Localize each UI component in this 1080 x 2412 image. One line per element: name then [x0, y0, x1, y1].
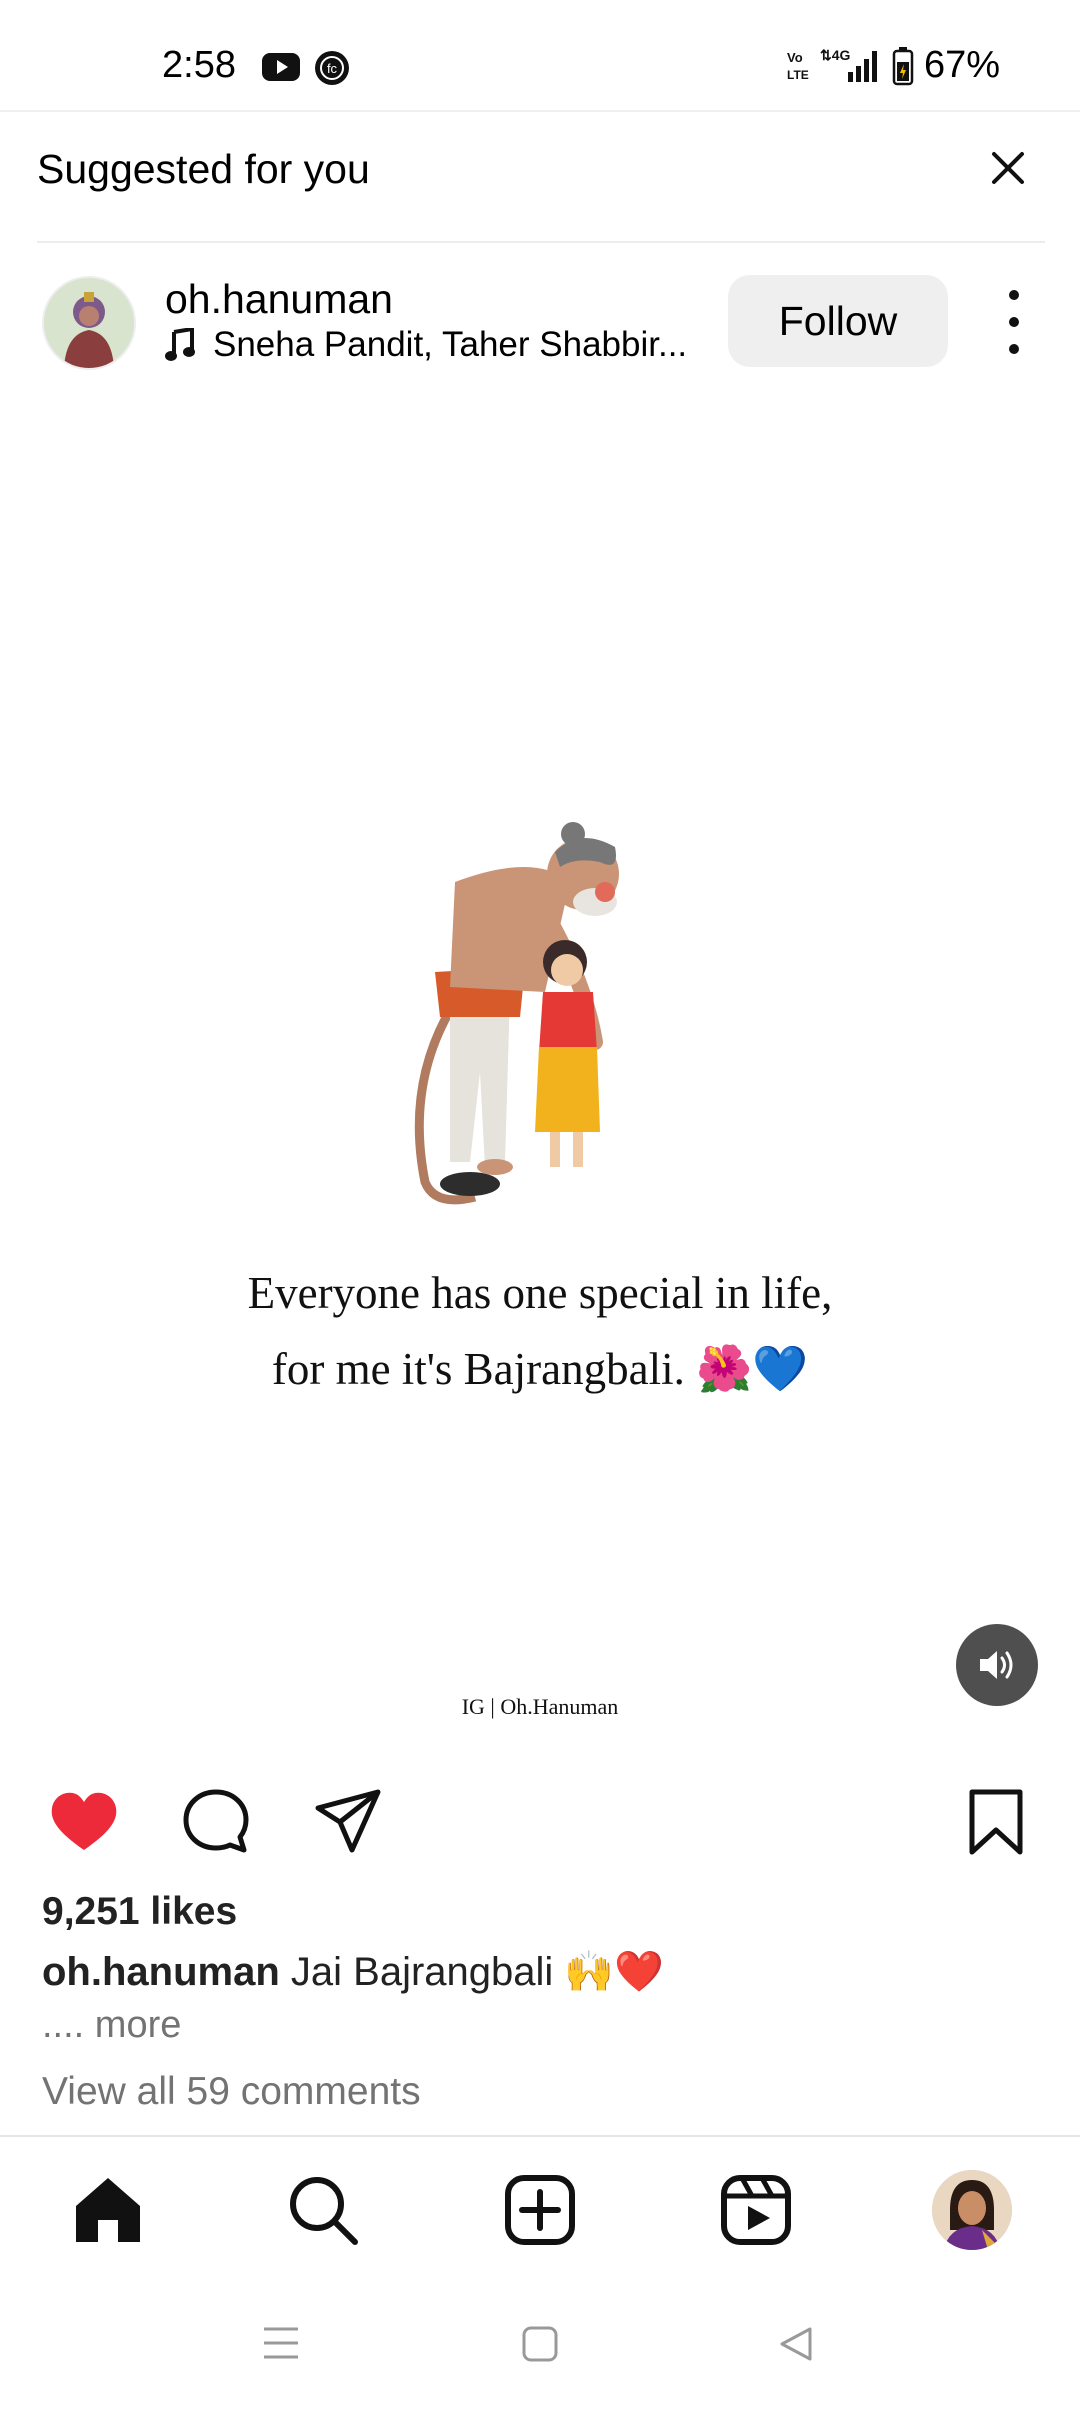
- caption: oh.hanuman Jai Bajrangbali 🙌❤️: [42, 1948, 664, 1995]
- post-avatar[interactable]: [42, 276, 136, 370]
- svg-text:fc: fc: [327, 61, 338, 76]
- reels-icon[interactable]: [718, 2172, 794, 2248]
- suggested-title: Suggested for you: [37, 146, 370, 192]
- search-icon[interactable]: [285, 2172, 361, 2248]
- svg-text:LTE: LTE: [787, 68, 809, 82]
- bookmark-icon[interactable]: [960, 1786, 1032, 1858]
- music-note-icon: [165, 328, 195, 361]
- divider: [37, 241, 1045, 243]
- profile-avatar[interactable]: [932, 2170, 1012, 2250]
- more-options-icon[interactable]: [1000, 290, 1028, 354]
- fc-app-icon: fc: [315, 51, 349, 85]
- hanuman-child-illustration: [414, 822, 619, 1205]
- caption-text: Jai Bajrangbali 🙌❤️: [279, 1950, 664, 1994]
- likes-count[interactable]: 9,251 likes: [42, 1890, 237, 1934]
- svg-text:Vo: Vo: [787, 50, 803, 65]
- divider: [0, 2135, 1080, 2137]
- home-square-icon[interactable]: [521, 2325, 559, 2363]
- divider: [0, 110, 1080, 112]
- watermark: IG | Oh.Hanuman: [461, 1694, 619, 1719]
- svg-text:⇅4G: ⇅4G: [820, 47, 851, 63]
- caption-username[interactable]: oh.hanuman: [42, 1950, 280, 1994]
- caption-more-link[interactable]: .... more: [42, 2004, 181, 2047]
- menu-icon[interactable]: [262, 2325, 300, 2361]
- volte-icon: Vo LTE: [787, 50, 809, 82]
- post-quote: Everyone has one special in life, for me…: [0, 1255, 1080, 1407]
- signal-icon: ⇅4G: [820, 47, 877, 82]
- home-icon[interactable]: [70, 2172, 146, 2248]
- audio-text: Sneha Pandit, Taher Shabbir...: [213, 325, 688, 364]
- view-comments-link[interactable]: View all 59 comments: [42, 2070, 421, 2114]
- post-username[interactable]: oh.hanuman: [165, 276, 393, 323]
- close-icon[interactable]: [985, 145, 1031, 191]
- audio-attribution[interactable]: Sneha Pandit, Taher Shabbir...: [165, 325, 700, 365]
- status-right-group: Vo LTE ⇅4G 67%: [786, 44, 1000, 87]
- create-icon[interactable]: [502, 2172, 578, 2248]
- quote-line-1: Everyone has one special in life,: [247, 1268, 833, 1318]
- quote-line-2: for me it's Bajrangbali. 🌺💙: [271, 1344, 809, 1394]
- battery-icon: [892, 46, 914, 85]
- comment-icon[interactable]: [180, 1786, 252, 1858]
- battery-percent: 67%: [923, 44, 1000, 86]
- like-heart-icon[interactable]: [48, 1786, 120, 1858]
- volume-icon[interactable]: [956, 1624, 1038, 1706]
- back-icon[interactable]: [778, 2325, 814, 2363]
- follow-button[interactable]: Follow: [728, 275, 948, 367]
- share-icon[interactable]: [312, 1786, 384, 1858]
- status-time: 2:58: [162, 44, 236, 86]
- status-bar: 2:58 fc Vo LTE ⇅4G 67%: [0, 0, 1080, 110]
- youtube-icon: [262, 53, 300, 81]
